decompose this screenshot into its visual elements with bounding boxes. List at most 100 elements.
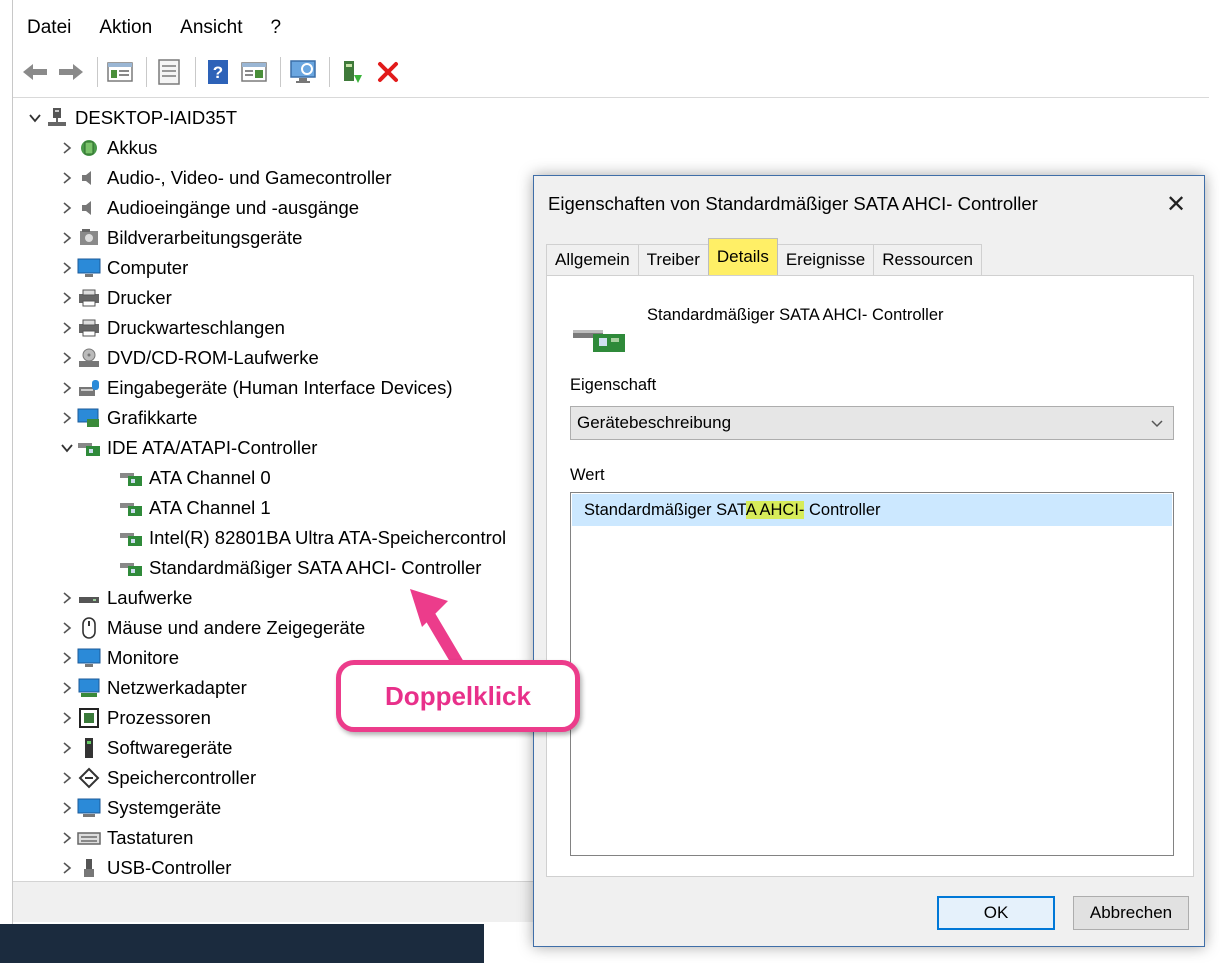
ok-button[interactable]: OK <box>937 896 1055 930</box>
chevron-right-icon[interactable] <box>57 768 77 788</box>
speaker-icon <box>77 167 101 189</box>
tree-item-label: Systemgeräte <box>107 797 222 818</box>
tree-item-sata-ahci[interactable]: Standardmäßiger SATA AHCI- Controller <box>119 553 481 583</box>
tree-item-label: Grafikkarte <box>107 407 198 428</box>
chevron-right-icon[interactable] <box>57 738 77 758</box>
tree-item-grafikkarte[interactable]: Grafikkarte <box>57 403 197 433</box>
chevron-right-icon[interactable] <box>57 258 77 278</box>
tree-item-ide-controller[interactable]: IDE ATA/ATAPI-Controller <box>57 433 317 463</box>
tab-ressourcen[interactable]: Ressourcen <box>873 244 982 275</box>
tree-item-label: Laufwerke <box>107 587 193 608</box>
back-arrow-icon <box>23 64 47 80</box>
value-list-item[interactable]: Standardmäßiger SATA AHCI- Controller <box>572 494 1172 526</box>
tree-item-label: Drucker <box>107 287 172 308</box>
value-text-start: Standardmäßiger SAT <box>584 500 746 519</box>
tree-item-imaging[interactable]: Bildverarbeitungsgeräte <box>57 223 302 253</box>
value-list[interactable]: Standardmäßiger SATA AHCI- Controller <box>570 492 1174 856</box>
tree-item-computer[interactable]: Computer <box>57 253 188 283</box>
chevron-right-icon[interactable] <box>57 348 77 368</box>
chevron-right-icon[interactable] <box>57 858 77 878</box>
tab-ereignisse[interactable]: Ereignisse <box>776 244 875 275</box>
menu-aktion[interactable]: Aktion <box>85 10 166 46</box>
toolbar-divider <box>13 97 1209 98</box>
annotation-text: Doppelklick <box>385 680 531 711</box>
tree-item-intel-ata[interactable]: Intel(R) 82801BA Ultra ATA-Speichercontr… <box>119 523 506 553</box>
chevron-right-icon[interactable] <box>57 648 77 668</box>
tree-item-label: Monitore <box>107 647 179 668</box>
tree-item-hid[interactable]: Eingabegeräte (Human Interface Devices) <box>57 373 453 403</box>
chevron-right-icon[interactable] <box>57 318 77 338</box>
tree-item-ata-channel-0[interactable]: ATA Channel 0 <box>119 463 271 493</box>
tree-item-label: Akkus <box>107 137 158 158</box>
update-driver-button[interactable] <box>336 56 368 88</box>
dialog-title: Eigenschaften von Standardmäßiger SATA A… <box>548 193 1038 214</box>
tree-item-druckwarteschlangen[interactable]: Druckwarteschlangen <box>57 313 285 343</box>
toolbar-separator <box>280 57 281 87</box>
chevron-right-icon[interactable] <box>57 798 77 818</box>
controller-card-icon <box>119 467 143 489</box>
property-select[interactable]: Gerätebeschreibung <box>570 406 1174 440</box>
tree-item-label: DVD/CD-ROM-Laufwerke <box>107 347 319 368</box>
forward-button[interactable] <box>55 56 87 88</box>
value-text-highlight: A AHCI- <box>745 500 805 519</box>
tree-item-label: Intel(R) 82801BA Ultra ATA-Speichercontr… <box>149 527 507 548</box>
tree-item-tastaturen[interactable]: Tastaturen <box>57 823 193 853</box>
menu-ansicht[interactable]: Ansicht <box>166 10 256 46</box>
tab-allgemein[interactable]: Allgemein <box>546 244 639 275</box>
back-button[interactable] <box>19 56 51 88</box>
properties-icon <box>158 59 180 85</box>
tree-item-softwaregeraete[interactable]: Softwaregeräte <box>57 733 232 763</box>
tree-item-label: Mäuse und andere Zeigegeräte <box>107 617 366 638</box>
chevron-right-icon[interactable] <box>57 198 77 218</box>
chevron-right-icon[interactable] <box>57 408 77 428</box>
tab-treiber[interactable]: Treiber <box>637 244 709 275</box>
menu-datei[interactable]: Datei <box>13 10 85 46</box>
chevron-right-icon[interactable] <box>57 828 77 848</box>
chevron-right-icon[interactable] <box>57 378 77 398</box>
tree-item-usb-controller[interactable]: USB-Controller <box>57 853 231 881</box>
tree-item-audio-io[interactable]: Audioeingänge und -ausgänge <box>57 193 359 223</box>
tree-item-drucker[interactable]: Drucker <box>57 283 172 313</box>
chevron-right-icon[interactable] <box>57 588 77 608</box>
tree-item-audio-video[interactable]: Audio-, Video- und Gamecontroller <box>57 163 392 193</box>
tree-item-laufwerke[interactable]: Laufwerke <box>57 583 192 613</box>
chevron-right-icon[interactable] <box>57 228 77 248</box>
tree-item-label: Prozessoren <box>107 707 211 728</box>
tree-item-maeuse[interactable]: Mäuse und andere Zeigegeräte <box>57 613 365 643</box>
tree-item-monitore[interactable]: Monitore <box>57 643 179 673</box>
toolbar-separator <box>146 57 147 87</box>
tree-item-ata-channel-1[interactable]: ATA Channel 1 <box>119 493 271 523</box>
help-button[interactable]: ? <box>202 56 234 88</box>
usb-icon <box>77 857 101 879</box>
chevron-right-icon[interactable] <box>57 708 77 728</box>
svg-text:?: ? <box>213 63 223 82</box>
tree-item-prozessoren[interactable]: Prozessoren <box>57 703 211 733</box>
chevron-right-icon[interactable] <box>57 138 77 158</box>
menu-help[interactable]: ? <box>256 10 295 46</box>
keyboard-icon <box>77 827 101 849</box>
chevron-right-icon[interactable] <box>57 678 77 698</box>
chevron-right-icon[interactable] <box>57 288 77 308</box>
chevron-right-icon[interactable] <box>57 168 77 188</box>
tree-item-akkus[interactable]: Akkus <box>57 133 157 163</box>
tree-item-systemgeraete[interactable]: Systemgeräte <box>57 793 221 823</box>
chevron-right-icon[interactable] <box>57 618 77 638</box>
tree-root[interactable]: DESKTOP-IAID35T <box>25 103 237 133</box>
chevron-down-icon[interactable] <box>25 108 45 128</box>
action-pane-button[interactable] <box>238 56 270 88</box>
printer-icon <box>77 317 101 339</box>
uninstall-button[interactable] <box>372 56 404 88</box>
controller-card-icon <box>573 330 625 352</box>
tree-item-dvd[interactable]: DVD/CD-ROM-Laufwerke <box>57 343 319 373</box>
properties-button[interactable] <box>153 56 185 88</box>
cancel-button[interactable]: Abbrechen <box>1073 896 1189 930</box>
console-tree-button[interactable] <box>104 56 136 88</box>
tree-item-netzwerkadapter[interactable]: Netzwerkadapter <box>57 673 247 703</box>
scan-hardware-button[interactable] <box>287 56 319 88</box>
chevron-down-icon[interactable] <box>57 438 77 458</box>
tab-details[interactable]: Details <box>707 238 778 275</box>
display-adapter-icon <box>77 407 101 429</box>
tree-item-label: ATA Channel 0 <box>149 467 271 488</box>
tree-item-speichercontroller[interactable]: Speichercontroller <box>57 763 256 793</box>
close-icon[interactable]: ✕ <box>1158 186 1194 222</box>
